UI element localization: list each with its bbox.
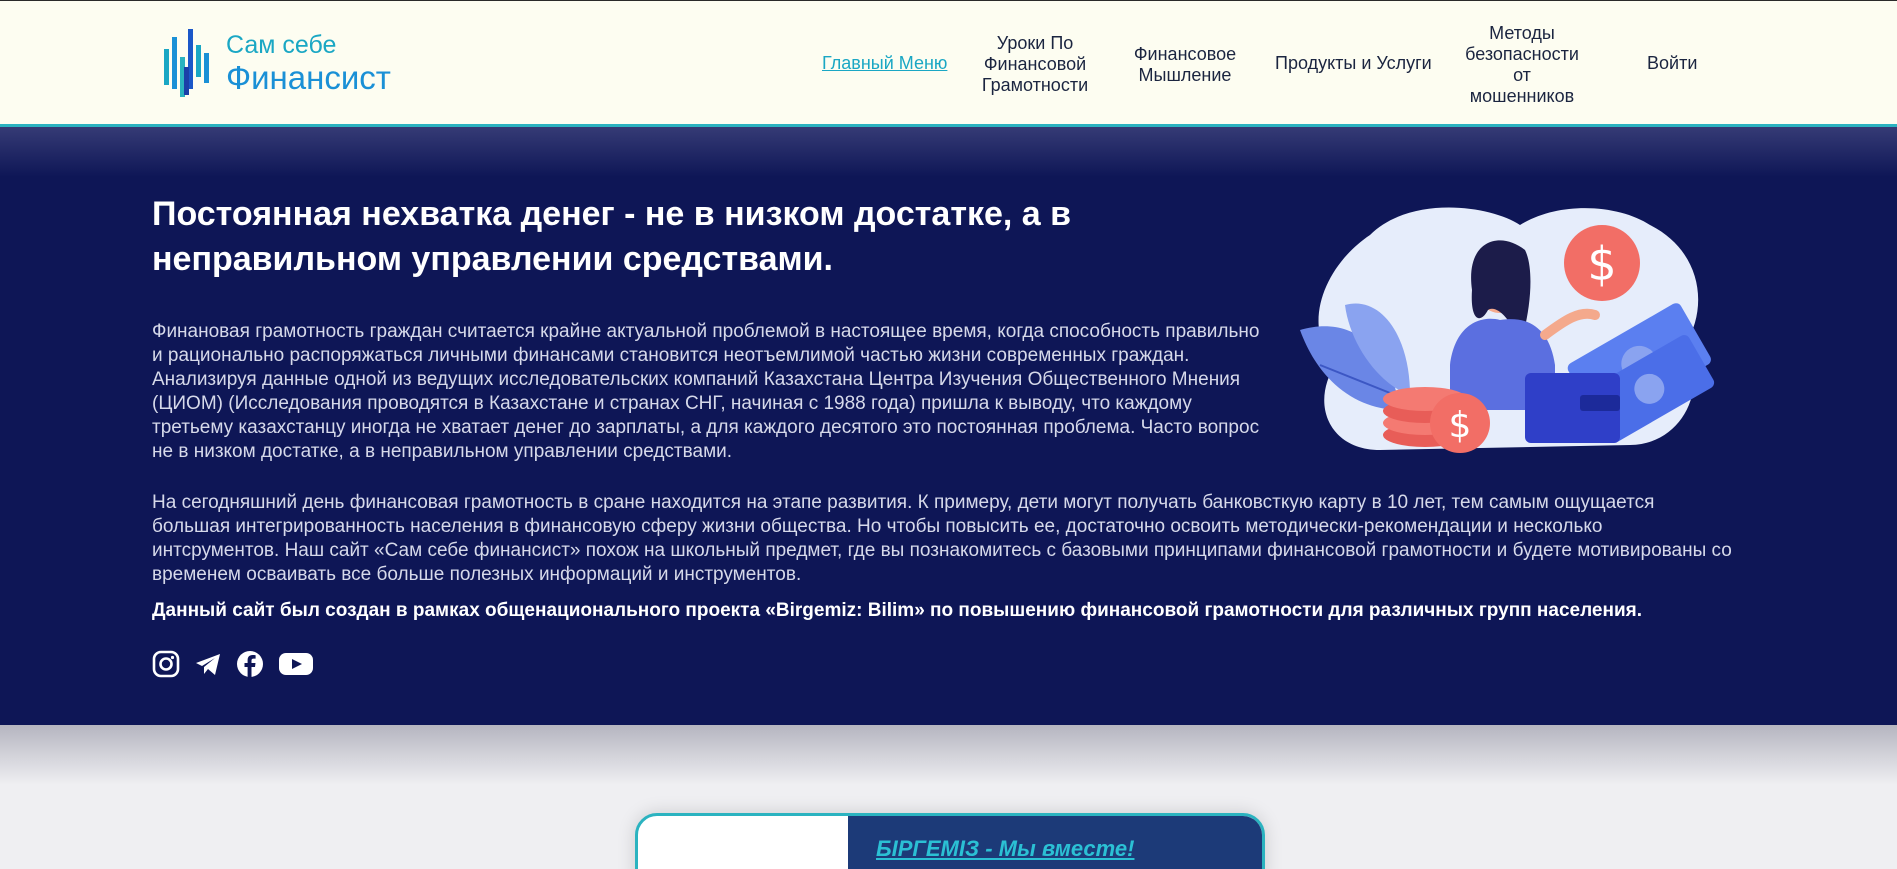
hero-top-shadow bbox=[0, 127, 1897, 177]
hero-bottom-shadow bbox=[0, 725, 1897, 785]
site-logo[interactable]: Сам себе Финансист bbox=[162, 27, 391, 99]
nav-products-services[interactable]: Продукты и Услуги bbox=[1275, 53, 1432, 74]
nav-financial-thinking[interactable]: Финансовое Мышление bbox=[1125, 44, 1245, 86]
svg-text:$: $ bbox=[1449, 405, 1472, 446]
finance-woman-illustration: $ $ bbox=[1300, 207, 1715, 453]
nav-lessons[interactable]: Уроки По Финансовой Грамотности bbox=[975, 33, 1095, 96]
hero-paragraph-3: Данный сайт был создан в рамках общенаци… bbox=[152, 600, 1643, 621]
youtube-icon[interactable] bbox=[278, 650, 314, 678]
logo-bars-icon bbox=[164, 29, 209, 97]
nav-main-menu[interactable]: Главный Меню bbox=[822, 53, 947, 74]
telegram-icon[interactable] bbox=[194, 650, 222, 678]
instagram-icon[interactable] bbox=[152, 650, 180, 678]
site-header: Сам себе Финансист Главный Меню Уроки По… bbox=[0, 0, 1897, 127]
birgemiz-link[interactable]: БІРГЕМІЗ - Мы вместе! bbox=[876, 836, 1134, 862]
svg-text:$: $ bbox=[1587, 237, 1616, 291]
nav-security-methods[interactable]: Методы безопасности от мошенников bbox=[1462, 23, 1582, 107]
logo-line-2: Финансист bbox=[226, 58, 391, 96]
hero-title: Постоянная нехватка денег - не в низком … bbox=[152, 195, 1072, 278]
birgemiz-card: БІРГЕМІЗ - Мы вместе! bbox=[635, 813, 1265, 869]
hero-paragraph-2: На сегодняшний день финансовая грамотнос… bbox=[152, 492, 1732, 585]
facebook-icon[interactable] bbox=[236, 650, 264, 678]
social-links bbox=[152, 650, 314, 678]
logo-line-1: Сам себе bbox=[226, 30, 337, 59]
nav-login[interactable]: Войти bbox=[1647, 53, 1697, 74]
hero-paragraph-1: Финановая грамотность граждан считается … bbox=[152, 321, 1260, 462]
